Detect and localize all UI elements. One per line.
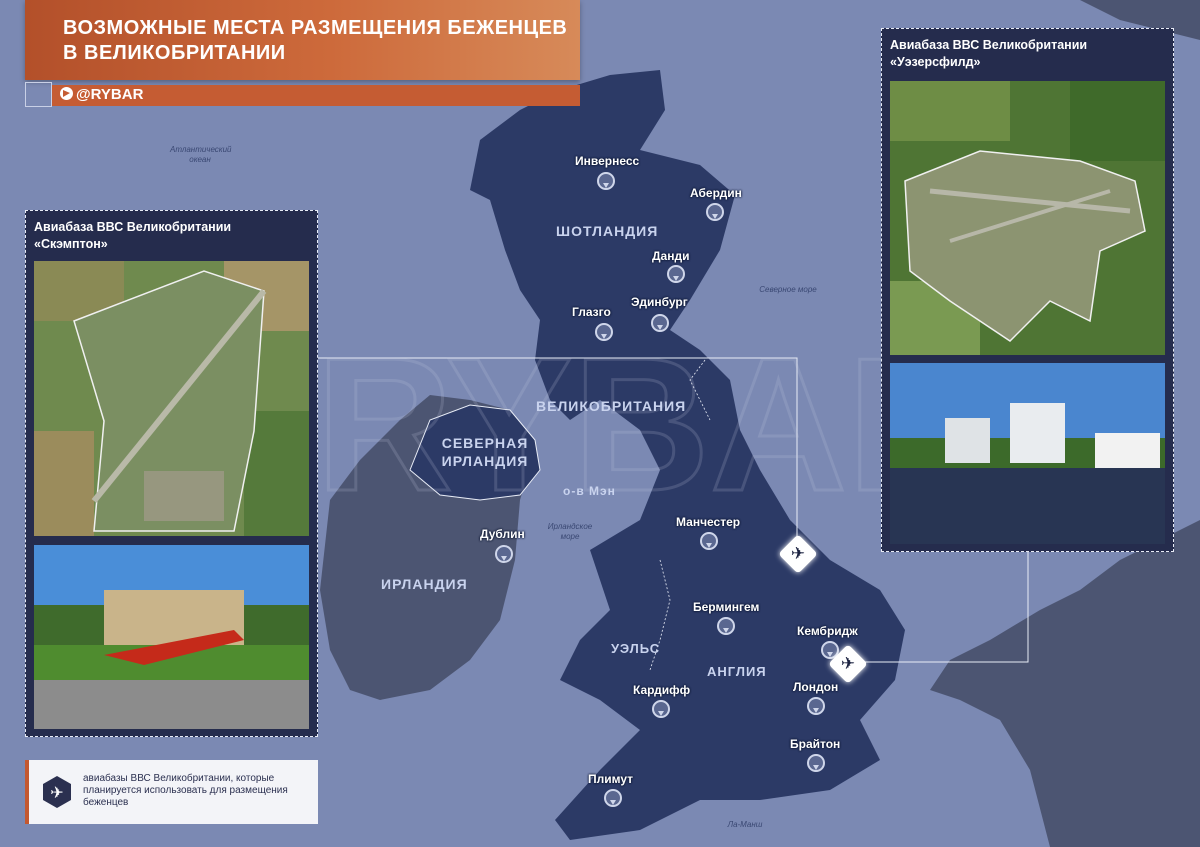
city-marker-icon bbox=[595, 323, 613, 341]
city-marker-icon bbox=[597, 172, 615, 190]
region-england: АНГЛИЯ bbox=[707, 664, 767, 679]
telegram-icon bbox=[60, 87, 73, 100]
city-marker-icon bbox=[706, 203, 724, 221]
region-scotland: ШОТЛАНДИЯ bbox=[556, 223, 659, 239]
city-label-london: Лондон bbox=[793, 680, 839, 694]
title-line-2: В ВЕЛИКОБРИТАНИИ bbox=[63, 42, 286, 64]
city-label-inverness: Инвернесс bbox=[575, 154, 640, 168]
panel-title-line-2: «Скэмптон» bbox=[34, 237, 108, 251]
city-label-dublin: Дублин bbox=[480, 527, 525, 541]
title-line-1: ВОЗМОЖНЫЕ МЕСТА РАЗМЕЩЕНИЯ БЕЖЕНЦЕВ bbox=[63, 17, 568, 39]
legend: ✈ авиабазы ВВС Великобритании, которые п… bbox=[25, 760, 318, 824]
region-northern-ireland: СЕВЕРНАЯ ИРЛАНДИЯ bbox=[441, 435, 529, 469]
title-banner: ВОЗМОЖНЫЕ МЕСТА РАЗМЕЩЕНИЯ БЕЖЕНЦЕВ В ВЕ… bbox=[25, 0, 580, 80]
brand-label[interactable]: @RYBAR bbox=[60, 86, 143, 103]
sea-irish: Ирландское море bbox=[547, 522, 593, 541]
satellite-photo-scampton bbox=[34, 261, 309, 536]
panel-title-line-1: Авиабаза ВВС Великобритании bbox=[34, 220, 232, 234]
region-great-britain: ВЕЛИКОБРИТАНИЯ bbox=[536, 398, 687, 414]
panel-title-scampton: Авиабаза ВВС Великобритании «Скэмптон» bbox=[26, 211, 317, 253]
city-marker-icon bbox=[700, 532, 718, 550]
brand-square bbox=[25, 82, 52, 107]
sea-atlantic: Атлантический океан bbox=[170, 145, 232, 164]
satellite-photo-wethersfield bbox=[890, 81, 1165, 355]
airplane-marker-icon: ✈ bbox=[43, 776, 71, 808]
city-marker-icon bbox=[667, 265, 685, 283]
city-label-brighton: Брайтон bbox=[790, 737, 841, 751]
city-label-manchester: Манчестер bbox=[676, 515, 741, 529]
airbase-marker-wethersfield[interactable]: ✈ bbox=[828, 644, 868, 684]
sea-channel: Ла-Манш bbox=[727, 820, 763, 829]
airbase-panel-wethersfield: Авиабаза ВВС Великобритании «Уэзерсфилд» bbox=[881, 28, 1174, 552]
city-label-glasgow: Глазго bbox=[572, 305, 611, 319]
region-isle-of-man: о-в Мэн bbox=[563, 484, 616, 498]
city-label-aberdeen: Абердин bbox=[690, 186, 742, 200]
panel-title-line-2: «Уэзерсфилд» bbox=[890, 55, 981, 69]
brand-bar: @RYBAR bbox=[52, 85, 580, 106]
city-label-birmingham: Бермингем bbox=[693, 600, 760, 614]
city-marker-icon bbox=[652, 700, 670, 718]
region-ireland: ИРЛАНДИЯ bbox=[381, 576, 468, 592]
airbase-marker-scampton[interactable]: ✈ bbox=[778, 534, 818, 574]
city-marker-icon bbox=[495, 545, 513, 563]
city-label-dundee: Данди bbox=[652, 249, 690, 263]
sea-north: Северное море bbox=[759, 285, 817, 294]
legend-accent-stripe bbox=[25, 760, 29, 824]
city-label-cardiff: Кардифф bbox=[633, 683, 691, 697]
city-marker-icon bbox=[651, 314, 669, 332]
page-title: ВОЗМОЖНЫЕ МЕСТА РАЗМЕЩЕНИЯ БЕЖЕНЦЕВ В ВЕ… bbox=[63, 16, 567, 66]
airplane-icon: ✈ bbox=[790, 544, 806, 563]
svg-text:✈: ✈ bbox=[50, 783, 63, 802]
region-wales: УЭЛЬС bbox=[611, 641, 661, 656]
photo-wethersfield bbox=[890, 363, 1165, 544]
city-label-edinburgh: Эдинбург bbox=[631, 295, 688, 309]
city-label-plymouth: Плимут bbox=[588, 772, 634, 786]
photo-scampton bbox=[34, 545, 309, 729]
city-label-cambridge: Кембридж bbox=[797, 624, 858, 638]
panel-title-line-1: Авиабаза ВВС Великобритании bbox=[890, 38, 1088, 52]
city-marker-icon bbox=[807, 697, 825, 715]
airplane-icon: ✈ bbox=[840, 654, 856, 673]
city-marker-icon bbox=[807, 754, 825, 772]
brand-text: @RYBAR bbox=[76, 86, 144, 103]
city-marker-icon bbox=[604, 789, 622, 807]
city-marker-icon bbox=[717, 617, 735, 635]
legend-text: авиабазы ВВС Великобритании, которые пла… bbox=[83, 773, 288, 808]
airbase-panel-scampton: Авиабаза ВВС Великобритании «Скэмптон» bbox=[25, 210, 318, 737]
panel-title-wethersfield: Авиабаза ВВС Великобритании «Уэзерсфилд» bbox=[882, 29, 1173, 71]
